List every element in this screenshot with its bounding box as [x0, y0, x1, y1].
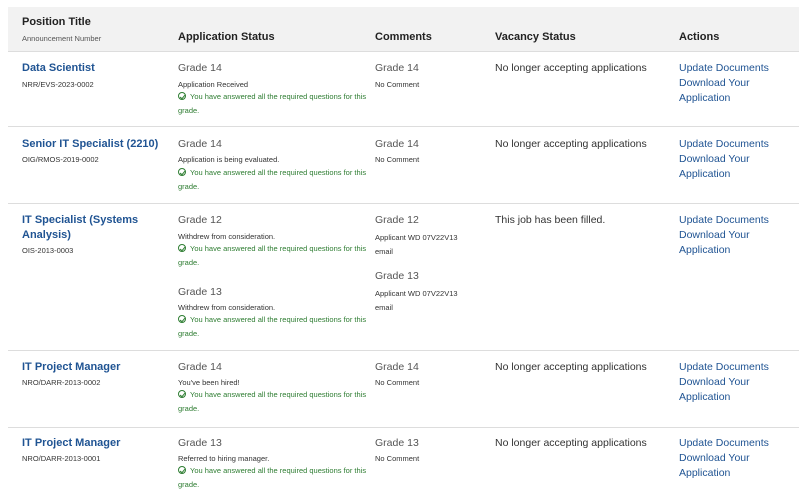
header-position-title: Position Title	[22, 16, 91, 28]
download-application-link[interactable]: Download Your Application	[679, 452, 750, 479]
check-circle-icon	[178, 168, 186, 176]
check-circle-icon	[178, 466, 186, 474]
application-grade: Grade 14	[178, 361, 222, 373]
comment-text: No Comment	[375, 80, 420, 89]
header-vacancy-status: Vacancy Status	[495, 31, 576, 43]
vacancy-status: This job has been filled.	[495, 214, 606, 226]
update-documents-link[interactable]: Update Documents	[679, 361, 769, 373]
comment-grade: Grade 13	[375, 437, 419, 449]
check-circle-icon	[178, 92, 186, 100]
comment-grade: Grade 12	[375, 214, 419, 226]
table-row: Data Scientist NRR/EVS-2023-0002 Grade 1…	[8, 52, 799, 127]
announcement-number: OIS-2013-0003	[22, 246, 74, 255]
download-application-link[interactable]: Download Your Application	[679, 376, 750, 403]
check-circle-icon	[178, 315, 186, 323]
position-title-link[interactable]: Data Scientist	[22, 61, 157, 76]
announcement-number: NRO/DARR-2013-0002	[22, 378, 101, 387]
comment-grade: Grade 14	[375, 361, 419, 373]
vacancy-status: No longer accepting applications	[495, 62, 647, 74]
application-status-text: You've been hired!	[178, 378, 240, 387]
header-application-status: Application Status	[178, 31, 275, 43]
application-grade: Grade 14	[178, 62, 222, 74]
header-actions: Actions	[679, 31, 720, 43]
comment-grade: Grade 13	[375, 270, 419, 282]
header-announcement-number: Announcement Number	[22, 34, 102, 43]
position-title-link[interactable]: IT Specialist (Systems Analysis)	[22, 213, 157, 243]
application-status-text: Application Received	[178, 80, 249, 89]
comment-text: No Comment	[375, 155, 420, 164]
table-header: Position Title Announcement Number Appli…	[8, 7, 799, 52]
vacancy-status: No longer accepting applications	[495, 138, 647, 150]
update-documents-link[interactable]: Update Documents	[679, 138, 769, 150]
application-grade: Grade 14	[178, 138, 222, 150]
update-documents-link[interactable]: Update Documents	[679, 214, 769, 226]
comment-text: No Comment	[375, 378, 420, 387]
vacancy-status: No longer accepting applications	[495, 361, 647, 373]
announcement-number: NRO/DARR-2013-0001	[22, 454, 101, 463]
answered-note: You have answered all the required quest…	[178, 466, 367, 489]
update-documents-link[interactable]: Update Documents	[679, 437, 769, 449]
update-documents-link[interactable]: Update Documents	[679, 62, 769, 74]
table-row: IT Specialist (Systems Analysis) OIS-201…	[8, 204, 799, 351]
comment-text: Applicant WD 07V22V13 email	[375, 289, 458, 312]
application-status-text: Application is being evaluated.	[178, 155, 280, 164]
answered-note: You have answered all the required quest…	[178, 92, 367, 115]
application-status-text: Referred to hiring manager.	[178, 454, 270, 463]
download-application-link[interactable]: Download Your Application	[679, 229, 750, 256]
comment-text: Applicant WD 07V22V13 email	[375, 233, 458, 256]
answered-note: You have answered all the required quest…	[178, 168, 367, 191]
application-grade: Grade 12	[178, 214, 222, 226]
actions-cell: Update Documents Download Your Applicati…	[679, 213, 789, 258]
table-row: IT Project Manager NRO/DARR-2013-0001 Gr…	[8, 428, 799, 497]
comment-grade: Grade 14	[375, 62, 419, 74]
comment-text: No Comment	[375, 454, 420, 463]
actions-cell: Update Documents Download Your Applicati…	[679, 436, 789, 481]
application-status-text: Withdrew from consideration.	[178, 232, 276, 241]
download-application-link[interactable]: Download Your Application	[679, 77, 750, 104]
header-comments: Comments	[375, 31, 432, 43]
application-grade: Grade 13	[178, 437, 222, 449]
check-circle-icon	[178, 244, 186, 252]
application-grade: Grade 13	[178, 286, 222, 298]
position-title-link[interactable]: Senior IT Specialist (2210)	[22, 137, 162, 152]
position-title-link[interactable]: IT Project Manager	[22, 436, 157, 451]
actions-cell: Update Documents Download Your Applicati…	[679, 360, 789, 405]
position-title-link[interactable]: IT Project Manager	[22, 360, 157, 375]
vacancy-status: No longer accepting applications	[495, 437, 647, 449]
table-row: Senior IT Specialist (2210) OIG/RMOS-201…	[8, 127, 799, 204]
application-status-text: Withdrew from consideration.	[178, 303, 276, 312]
check-circle-icon	[178, 390, 186, 398]
answered-note: You have answered all the required quest…	[178, 244, 367, 267]
announcement-number: NRR/EVS-2023-0002	[22, 80, 94, 89]
answered-note: You have answered all the required quest…	[178, 315, 367, 338]
actions-cell: Update Documents Download Your Applicati…	[679, 137, 789, 182]
download-application-link[interactable]: Download Your Application	[679, 153, 750, 180]
table-row: IT Project Manager NRO/DARR-2013-0002 Gr…	[8, 351, 799, 428]
announcement-number: OIG/RMOS-2019-0002	[22, 155, 99, 164]
comment-grade: Grade 14	[375, 138, 419, 150]
actions-cell: Update Documents Download Your Applicati…	[679, 61, 789, 106]
answered-note: You have answered all the required quest…	[178, 390, 367, 413]
